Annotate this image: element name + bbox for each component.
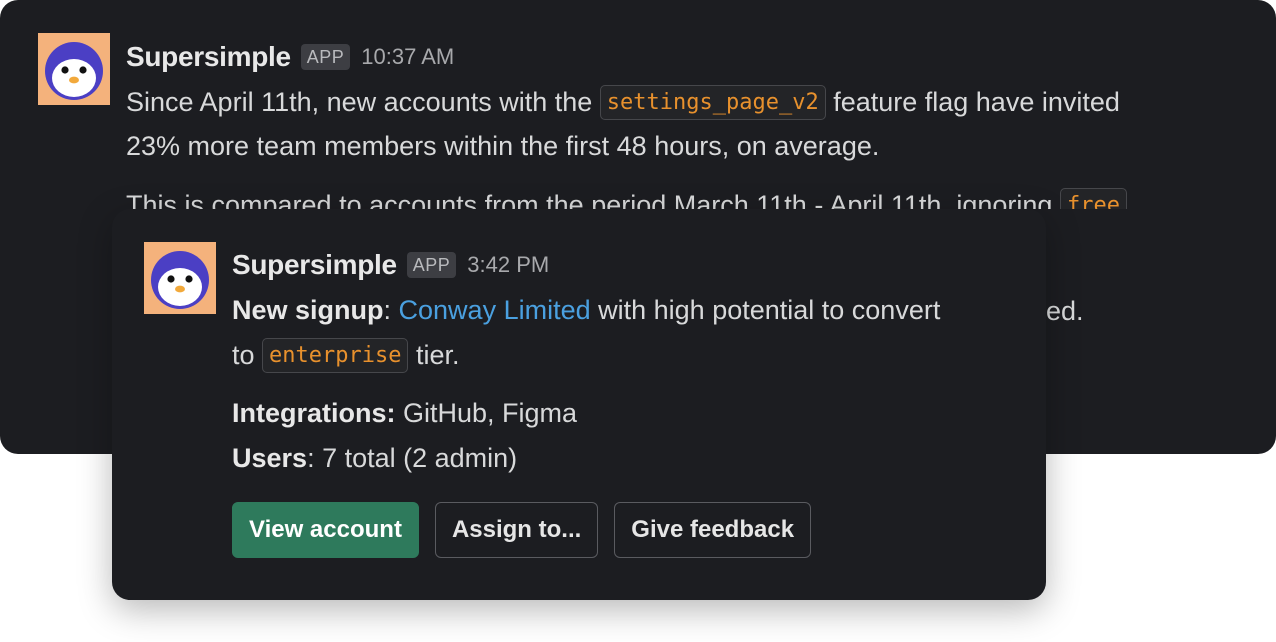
company-link[interactable]: Conway Limited — [399, 295, 591, 325]
integrations-label: Integrations: — [232, 398, 396, 428]
back-message-line-3: This is compared to accounts from the pe… — [126, 183, 1256, 209]
free-tier-code: free — [1059, 188, 1127, 209]
sender-name[interactable]: Supersimple — [126, 41, 291, 73]
text-segment: tier. — [408, 340, 460, 370]
text-segment: to — [232, 340, 263, 370]
front-message-header: Supersimple APP 3:42 PM — [232, 248, 549, 282]
action-buttons: View account Assign to... Give feedback — [232, 502, 812, 558]
give-feedback-button[interactable]: Give feedback — [614, 502, 812, 558]
back-message-header: Supersimple APP 10:37 AM — [126, 40, 454, 74]
view-account-button[interactable]: View account — [232, 502, 419, 558]
text-segment: This is compared to accounts from the pe… — [126, 190, 1060, 209]
users-label: Users — [232, 443, 308, 473]
back-message-line-2: 23% more team members within the first 4… — [126, 131, 880, 161]
app-badge: APP — [300, 44, 351, 70]
users-line: Users: 7 total (2 admin) — [232, 436, 517, 480]
back-message-line-1: Since April 11th, new accounts with the … — [126, 80, 1120, 125]
signup-line: New signup: Conway Limited with high pot… — [232, 288, 940, 332]
text-segment: feature flag have invited — [825, 87, 1120, 117]
app-badge: APP — [406, 252, 457, 278]
text-segment: Since April 11th, new accounts with the — [126, 87, 600, 117]
stage: Supersimple APP 10:37 AM Since April 11t… — [0, 0, 1276, 642]
integrations-line: Integrations: GitHub, Figma — [232, 391, 577, 435]
penguin-avatar-icon[interactable] — [144, 242, 216, 314]
message-timestamp[interactable]: 3:42 PM — [467, 252, 549, 278]
penguin-avatar-icon[interactable] — [38, 33, 110, 105]
sender-name[interactable]: Supersimple — [232, 249, 397, 281]
signup-label: New signup — [232, 295, 384, 325]
feature-flag-code: settings_page_v2 — [599, 85, 826, 120]
assign-to-button[interactable]: Assign to... — [434, 502, 599, 558]
text-segment: with high potential to convert — [590, 295, 941, 325]
users-value: : 7 total (2 admin) — [307, 443, 518, 473]
back-message-peek-text: ed. — [1046, 296, 1084, 326]
message-timestamp[interactable]: 10:37 AM — [361, 44, 454, 70]
tier-code: enterprise — [262, 338, 409, 373]
integrations-value: GitHub, Figma — [395, 398, 578, 428]
tier-line: to enterprise tier. — [232, 333, 460, 378]
front-message-card: Supersimple APP 3:42 PM New signup: Conw… — [112, 209, 1046, 600]
text-segment: : — [383, 295, 399, 325]
